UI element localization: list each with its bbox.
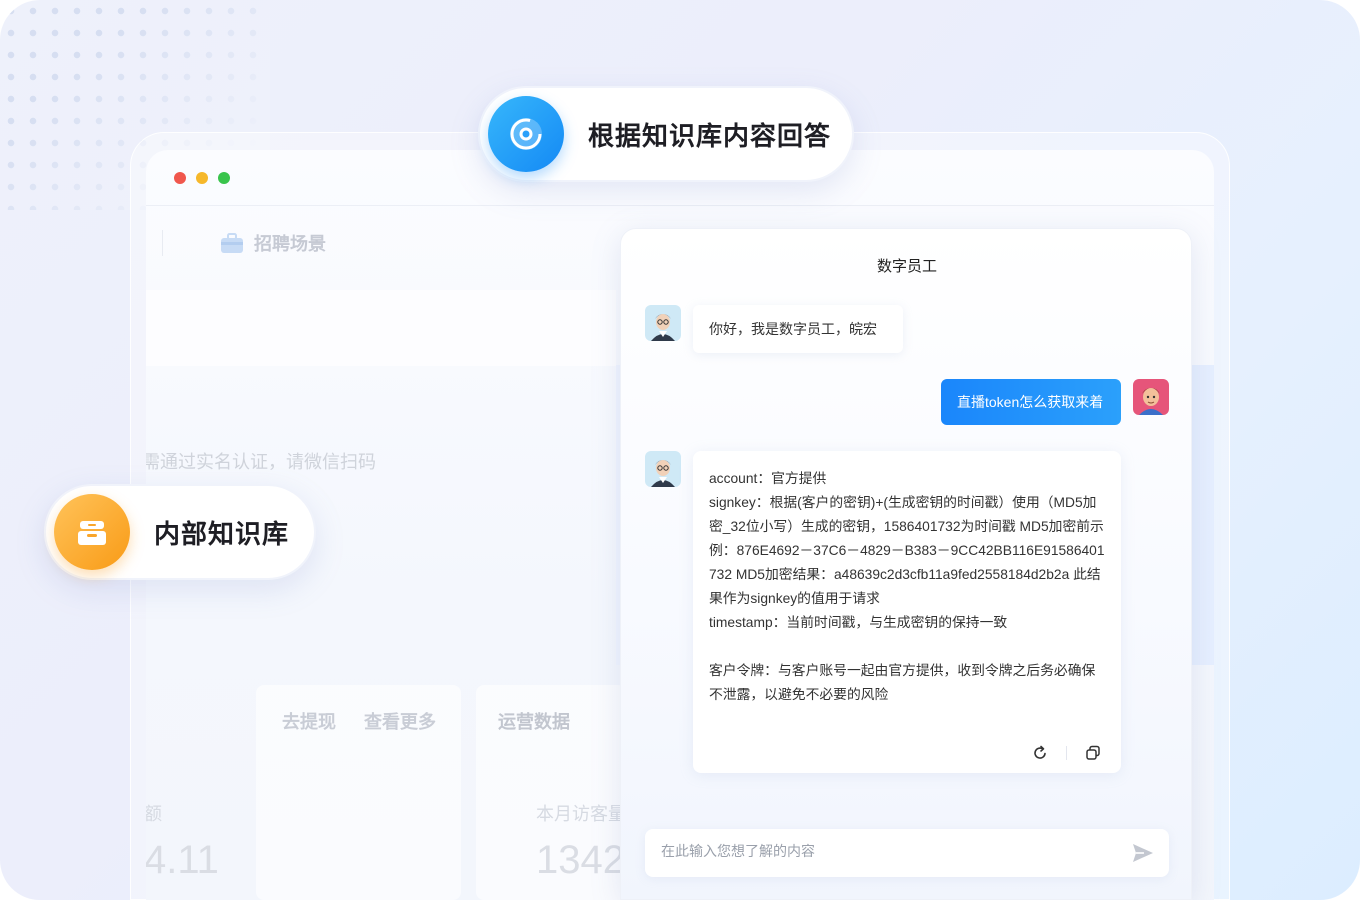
internal-knowledge-label: 内部知识库 (154, 518, 290, 549)
answer-line: timestamp：当前时间戳，与生成密钥的保持一致 (709, 615, 1008, 630)
view-more-link[interactable]: 查看更多 (364, 708, 436, 734)
internal-knowledge-badge: 内部知识库 (44, 484, 316, 580)
chrome-ai-icon (488, 96, 564, 172)
send-icon[interactable] (1131, 841, 1155, 865)
stat-label-right: 本月访客量 (536, 804, 626, 824)
bot-avatar (645, 451, 681, 487)
chat-input[interactable] (661, 843, 1101, 859)
copy-icon[interactable] (1085, 745, 1101, 761)
answer-line: account：官方提供 (709, 471, 827, 486)
close-window-button[interactable] (174, 172, 186, 184)
stat-value-left: 4.11 (146, 838, 219, 882)
toolbox-icon (54, 494, 130, 570)
knowledge-answer-label: 根据知识库内容回答 (588, 120, 832, 151)
message-actions (1032, 745, 1101, 761)
chat-panel: 数字员工 你好，我是数字员工，皖宏 直播token怎么获取来着 account：… (620, 228, 1192, 900)
withdraw-link[interactable]: 去提现 (282, 708, 336, 734)
bot-answer-bubble: account：官方提供 signkey：根据(客户的密钥)+(生成密钥的时间戳… (693, 451, 1121, 773)
answer-line: signkey：根据(客户的密钥)+(生成密钥的时间戳）使用（MD5加密_32位… (709, 495, 1105, 606)
stat-value-right: 1342 (536, 838, 625, 882)
bot-avatar (645, 305, 681, 341)
chat-input-bar (645, 829, 1169, 877)
user-avatar (1133, 379, 1169, 415)
bot-greeting-bubble: 你好，我是数字员工，皖宏 (693, 305, 903, 353)
minimize-window-button[interactable] (196, 172, 208, 184)
answer-line: 客户令牌：与客户账号一起由官方提供，收到令牌之后务必确保不泄露，以避免不必要的风… (709, 663, 1096, 702)
chat-title: 数字员工 (876, 258, 937, 275)
stat-label-left: 额 (146, 804, 162, 824)
regenerate-icon[interactable] (1032, 745, 1048, 761)
scene-tab[interactable]: 招聘场景 (220, 230, 326, 256)
briefcase-icon (221, 233, 243, 253)
verify-hint: 需通过实名认证，请微信扫码 (146, 452, 376, 472)
user-message-bubble: 直播token怎么获取来着 (941, 379, 1121, 425)
scene-title: 招聘场景 (254, 234, 326, 254)
maximize-window-button[interactable] (218, 172, 230, 184)
knowledge-answer-badge: 根据知识库内容回答 (478, 86, 854, 182)
operations-data-title: 运营数据 (498, 712, 570, 732)
